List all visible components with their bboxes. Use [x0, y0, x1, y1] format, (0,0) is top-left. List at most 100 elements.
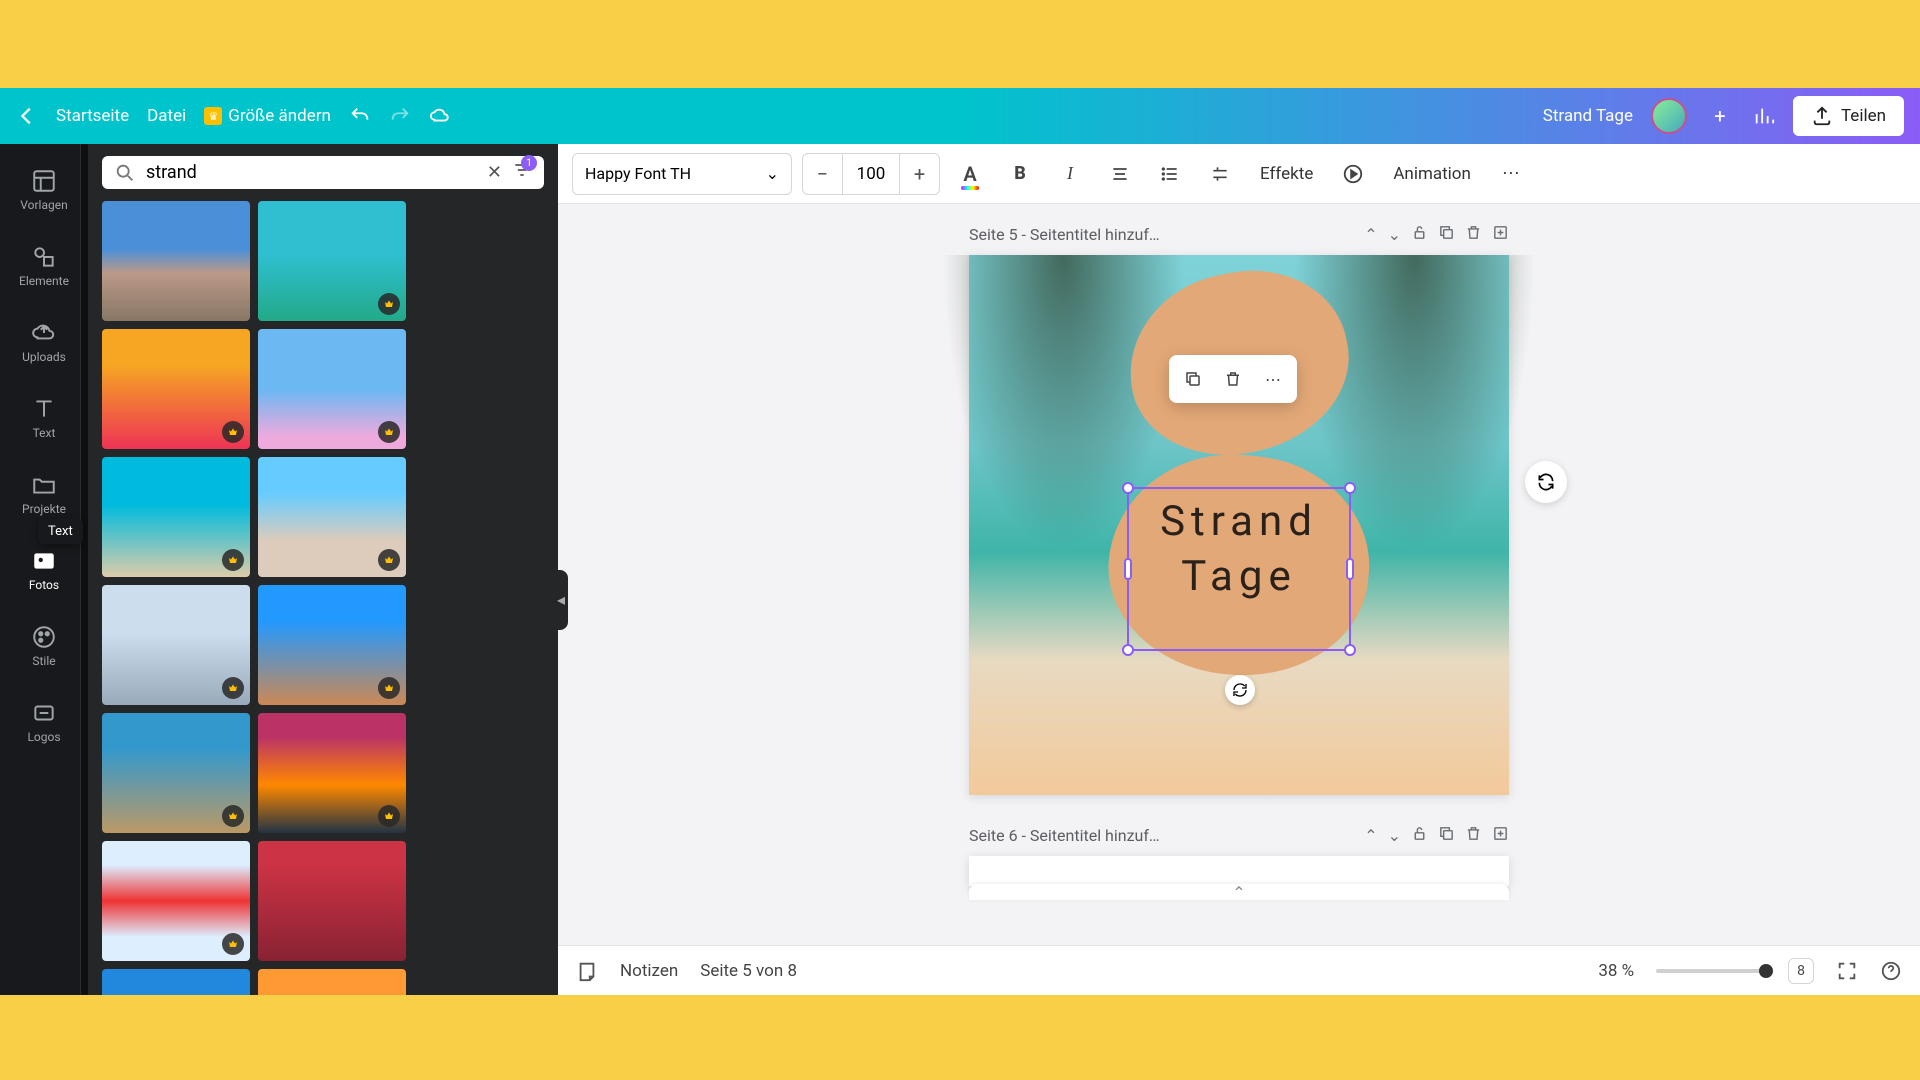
page5-title[interactable]: Seite 5 - Seitentitel hinzuf…: [969, 225, 1354, 244]
expand-down-icon[interactable]: ⌄: [1388, 826, 1401, 845]
text-tooltip: Text: [38, 519, 83, 544]
insights-icon[interactable]: [1753, 105, 1775, 127]
add-page-icon[interactable]: [1492, 825, 1509, 846]
nav-styles[interactable]: Stile: [8, 610, 80, 682]
zoom-value[interactable]: 38 %: [1598, 961, 1634, 981]
copy-icon[interactable]: [1175, 361, 1211, 397]
delete-icon[interactable]: [1465, 224, 1482, 245]
collapse-panel-icon[interactable]: ◂: [554, 570, 568, 630]
spacing-button[interactable]: [1200, 154, 1240, 194]
cloud-sync-icon[interactable]: [429, 105, 451, 127]
nav-elements[interactable]: Elemente: [8, 230, 80, 302]
photos-panel: ✕ 1: [88, 144, 558, 995]
photo-thumb[interactable]: [102, 713, 250, 833]
add-page-icon[interactable]: [1492, 224, 1509, 245]
nav-text[interactable]: Text: [8, 382, 80, 454]
photo-thumb[interactable]: [258, 201, 406, 321]
pro-badge-icon: [378, 805, 400, 827]
resize-handle[interactable]: [1344, 644, 1356, 656]
regenerate-icon[interactable]: [1525, 461, 1567, 503]
photo-thumb[interactable]: [102, 201, 250, 321]
search-input[interactable]: [146, 162, 477, 183]
delete-icon[interactable]: [1465, 825, 1482, 846]
notes-button[interactable]: Notizen: [620, 961, 678, 981]
page5-canvas[interactable]: ⋯ Strand Tage: [969, 255, 1509, 795]
photo-thumb[interactable]: [258, 713, 406, 833]
chevron-down-icon: ⌄: [766, 164, 779, 183]
align-button[interactable]: [1100, 154, 1140, 194]
page6-title[interactable]: Seite 6 - Seitentitel hinzuf…: [969, 826, 1354, 845]
increase-size-button[interactable]: +: [899, 154, 939, 194]
nav-logos[interactable]: Logos: [8, 686, 80, 758]
canvas-stage[interactable]: Seite 5 - Seitentitel hinzuf… ⌃ ⌄: [558, 204, 1920, 945]
photo-thumb[interactable]: [102, 585, 250, 705]
selection-box[interactable]: [1127, 487, 1351, 651]
collapse-up-icon[interactable]: ⌃: [1364, 225, 1377, 244]
nav-templates[interactable]: Vorlagen: [8, 154, 80, 226]
share-icon: [1811, 105, 1833, 127]
undo-icon[interactable]: [349, 105, 371, 127]
back-icon[interactable]: [16, 105, 38, 127]
photo-thumb[interactable]: [258, 841, 406, 961]
page-count-button[interactable]: 8: [1788, 958, 1814, 984]
help-icon[interactable]: [1880, 960, 1902, 982]
expand-down-icon[interactable]: ⌄: [1388, 225, 1401, 244]
expand-thumbnails-icon[interactable]: ⌃: [969, 884, 1509, 900]
list-button[interactable]: [1150, 154, 1190, 194]
italic-button[interactable]: I: [1050, 154, 1090, 194]
photo-thumb[interactable]: [102, 841, 250, 961]
page6-canvas[interactable]: [969, 856, 1509, 886]
resize-button[interactable]: ♛ Größe ändern: [204, 106, 331, 126]
photo-thumb[interactable]: [258, 585, 406, 705]
duplicate-icon[interactable]: [1438, 825, 1455, 846]
collapse-up-icon[interactable]: ⌃: [1364, 826, 1377, 845]
pro-badge-icon: [222, 805, 244, 827]
share-button[interactable]: Teilen: [1793, 96, 1904, 136]
text-color-button[interactable]: A: [950, 154, 990, 194]
notes-icon[interactable]: [576, 960, 598, 982]
photo-thumb[interactable]: [102, 969, 250, 995]
animation-button[interactable]: Animation: [1383, 164, 1481, 184]
resize-handle[interactable]: [1122, 482, 1134, 494]
nav-scrollbar[interactable]: [80, 144, 88, 995]
home-link[interactable]: Startseite: [56, 106, 129, 126]
zoom-knob[interactable]: [1759, 964, 1773, 978]
photo-thumb[interactable]: [258, 457, 406, 577]
add-user-button[interactable]: +: [1705, 101, 1735, 131]
photo-thumb[interactable]: [102, 329, 250, 449]
pro-badge-icon: [378, 677, 400, 699]
redo-icon[interactable]: [389, 105, 411, 127]
zoom-slider[interactable]: [1656, 969, 1766, 973]
fullscreen-icon[interactable]: [1836, 960, 1858, 982]
more-icon[interactable]: ⋯: [1255, 361, 1291, 397]
document-title[interactable]: Strand Tage: [1543, 106, 1633, 126]
clear-search-icon[interactable]: ✕: [487, 162, 502, 183]
filter-icon[interactable]: 1: [512, 160, 532, 185]
pro-badge-icon: [222, 549, 244, 571]
lock-icon[interactable]: [1411, 825, 1428, 846]
photo-thumb[interactable]: [258, 329, 406, 449]
user-avatar[interactable]: [1651, 98, 1687, 134]
file-menu[interactable]: Datei: [147, 106, 186, 126]
rotate-handle[interactable]: [1225, 675, 1255, 705]
font-size-value[interactable]: 100: [843, 154, 899, 194]
resize-handle[interactable]: [1346, 558, 1354, 580]
resize-handle[interactable]: [1122, 644, 1134, 656]
photo-thumb[interactable]: [258, 969, 406, 995]
trash-icon[interactable]: [1215, 361, 1251, 397]
resize-handle[interactable]: [1124, 558, 1132, 580]
effects-button[interactable]: Effekte: [1250, 164, 1323, 184]
resize-label: Größe ändern: [228, 106, 331, 126]
decrease-size-button[interactable]: −: [803, 154, 843, 194]
nav-photos[interactable]: Fotos: [8, 534, 80, 606]
photo-thumb[interactable]: [102, 457, 250, 577]
resize-handle[interactable]: [1344, 482, 1356, 494]
lock-icon[interactable]: [1411, 224, 1428, 245]
text-toolbar: Happy Font TH ⌄ − 100 + A B I Effekte An…: [558, 144, 1920, 204]
duplicate-icon[interactable]: [1438, 224, 1455, 245]
nav-uploads[interactable]: Uploads: [8, 306, 80, 378]
side-nav: Vorlagen Elemente Uploads Text Projekte …: [0, 144, 88, 995]
font-selector[interactable]: Happy Font TH ⌄: [572, 153, 792, 195]
bold-button[interactable]: B: [1000, 154, 1040, 194]
more-options-icon[interactable]: ⋯: [1491, 154, 1531, 194]
